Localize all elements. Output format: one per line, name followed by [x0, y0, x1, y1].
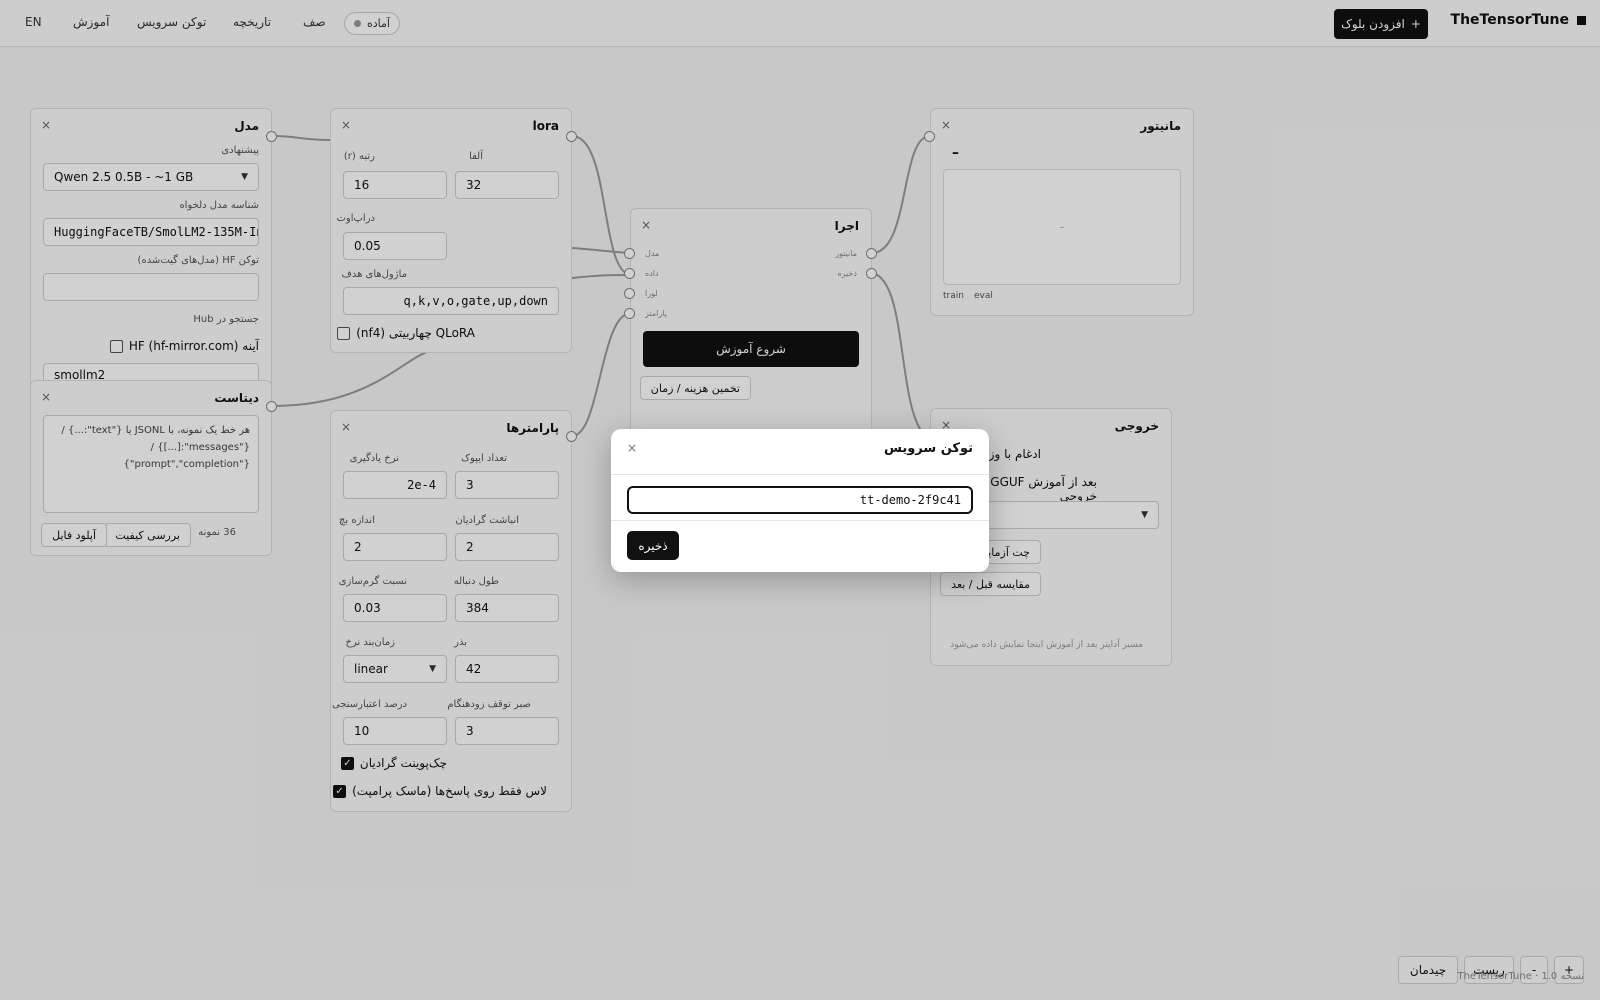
service-token-modal: توکن سرویس × tt-demo-2f9c41 ذخیره: [611, 429, 989, 572]
modal-title: توکن سرویس: [883, 441, 973, 456]
modal-divider: [611, 474, 989, 475]
modal-divider: [611, 520, 989, 521]
service-token-input[interactable]: tt-demo-2f9c41: [627, 486, 973, 514]
close-icon[interactable]: ×: [627, 441, 637, 455]
save-button[interactable]: ذخیره: [627, 531, 679, 560]
